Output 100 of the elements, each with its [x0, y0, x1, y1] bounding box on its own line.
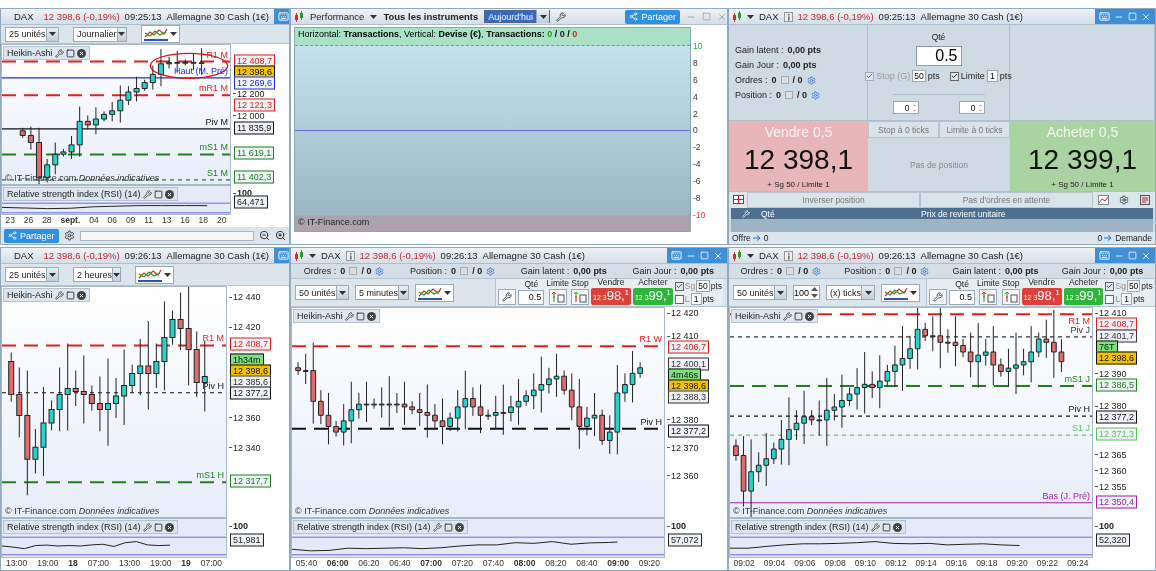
- dropdown[interactable]: 50 unités: [733, 285, 787, 300]
- bracket-button[interactable]: Limite à 0 ticks: [939, 121, 1010, 138]
- symbol-label[interactable]: DAX: [14, 11, 34, 22]
- axis-tick-label: 09:02: [733, 558, 755, 570]
- dropdown[interactable]: 25 unités: [5, 26, 59, 42]
- points-field[interactable]: 50: [696, 280, 710, 292]
- dropdown[interactable]: 2 heures: [73, 267, 121, 282]
- axis-tick-label: 12 440: [233, 292, 261, 303]
- instrument-filter[interactable]: Tous les instruments: [383, 11, 479, 22]
- window-title: Performance: [310, 11, 365, 22]
- axis-tick-label: 23: [5, 215, 15, 227]
- rsi-value-tag: 64,471: [234, 195, 268, 208]
- count-total: / 0: [797, 90, 808, 100]
- price-quote: 12 398,6 (-0,19%): [43, 250, 120, 261]
- axis-tick-label: 09:20: [1006, 558, 1028, 570]
- price-quote: 12 398,6 (-0,19%): [797, 250, 874, 261]
- symbol-label[interactable]: DAX: [14, 250, 34, 261]
- axis-tick-label: 19:00: [37, 558, 59, 570]
- field-label: Ordres :: [735, 75, 768, 85]
- symbol-label[interactable]: DAX: [759, 11, 779, 22]
- unit-label: pts: [927, 71, 940, 81]
- position-status: Pas de position: [909, 159, 969, 170]
- axis-tick-label: 09:06: [794, 558, 816, 570]
- dropdown[interactable]: Journalier: [73, 26, 127, 42]
- axis-tick-label: -4: [693, 159, 702, 170]
- axis-tick-label: -8: [693, 193, 702, 203]
- axis-tick-label: 09:00: [607, 558, 629, 570]
- field-label: Stop: [571, 279, 589, 288]
- points-field[interactable]: 1: [690, 293, 702, 305]
- chart-caption: Horizontal: Transactions, Vertical: Devise (€), Transactions:: [298, 29, 545, 39]
- quantity-field[interactable]: 0.5: [949, 290, 976, 305]
- quantity-field[interactable]: 0.5: [915, 46, 962, 66]
- field-value: 0,00 pts: [1109, 266, 1144, 276]
- quantity-field[interactable]: 0.5: [518, 290, 545, 305]
- number-spinner[interactable]: 100: [793, 285, 821, 300]
- sell-button[interactable]: Vendre 0,5 12 398,1 + Sg 50 / Limite 1: [729, 121, 868, 191]
- action-button[interactable]: Inverser position: [747, 192, 920, 208]
- axis-tick-label: 100: [671, 521, 687, 531]
- bracket-button[interactable]: Stop à 0 ticks: [868, 121, 939, 138]
- buy-button[interactable]: Acheter 0,5 12 399,1 + Sg 50 / Limite 1: [1010, 121, 1155, 191]
- rsi-value-tag: 51,981: [230, 533, 264, 547]
- period-dropdown[interactable]: Aujourd'hui: [484, 10, 551, 23]
- instrument-name: Allemagne 30 Cash (1€): [482, 250, 586, 261]
- axis-tick-label: 12 000: [237, 110, 265, 121]
- count-total: / 0: [792, 75, 803, 85]
- rsi-value-tag: 57,072: [668, 533, 702, 547]
- field-label: Qté: [955, 280, 969, 289]
- field-label: Vendre: [1028, 278, 1056, 287]
- axis-tick-label: 09:20: [638, 558, 660, 570]
- axis-tick-label: 12 420: [233, 322, 261, 333]
- field-label: Limite: [546, 279, 570, 288]
- time-label: 09:26:13: [878, 250, 916, 261]
- action-button[interactable]: Pas d'ordres en attente: [920, 192, 1093, 208]
- points-field[interactable]: 50: [1126, 280, 1141, 292]
- axis-tick-label: 09:10: [854, 558, 877, 570]
- axis-tick-label: 07:00: [200, 558, 223, 570]
- axis-tick-label: 11: [144, 215, 154, 227]
- unit-label: pts: [1141, 281, 1153, 291]
- axis-tick-label: 16: [180, 215, 190, 227]
- axis-tick-label: 12 360: [233, 412, 261, 423]
- number-spinner[interactable]: 0: [892, 101, 919, 114]
- copyright-notice: © IT-Finance.com Données indicatives: [4, 506, 161, 516]
- symbol-label[interactable]: DAX: [759, 250, 779, 261]
- axis-tick-label: 100: [233, 521, 249, 531]
- field-label: Ordres :: [303, 266, 337, 276]
- dropdown[interactable]: (x) ticks: [826, 285, 876, 300]
- indicator-name: Relative strength index (RSI) (14): [7, 189, 141, 199]
- copyright-notice: © IT-Finance.com: [298, 217, 370, 227]
- axis-tick-label: 12 355: [1099, 481, 1127, 492]
- axis-tick-label: 4: [693, 91, 699, 102]
- option-label: Sg: [684, 281, 696, 291]
- level-label: Piv H: [1068, 404, 1090, 415]
- level-label: S1 M: [207, 167, 228, 178]
- indicator-name: Relative strength index (RSI) (14): [7, 522, 141, 532]
- dropdown[interactable]: 5 minutes: [355, 285, 409, 300]
- field-label: Gain Jour :: [735, 60, 780, 70]
- field-label: Position :: [410, 266, 448, 276]
- axis-tick-label: 09:16: [945, 558, 968, 570]
- axis-tick-label: 100: [237, 188, 253, 198]
- number-spinner[interactable]: 0: [958, 101, 985, 114]
- points-field[interactable]: 1: [1121, 293, 1133, 305]
- dropdown[interactable]: 50 unités: [295, 285, 349, 300]
- symbol-label[interactable]: DAX: [321, 250, 341, 261]
- indicator-name: Heikin-Ashi: [7, 290, 53, 300]
- indicator-name: Relative strength index (RSI) (14): [735, 522, 869, 532]
- instrument-name: Allemagne 30 Cash (1€): [166, 250, 270, 261]
- transaction-count: 0: [547, 29, 553, 39]
- bid-label: Offre: [732, 233, 751, 243]
- axis-tick-label: 13:00: [118, 558, 141, 570]
- dropdown[interactable]: 25 unités: [5, 267, 59, 282]
- points-field[interactable]: 1: [986, 70, 998, 82]
- price-tag: 11 835,9: [234, 121, 275, 135]
- field-label: Gain Jour :: [1061, 266, 1106, 276]
- separator: /: [566, 29, 571, 39]
- field-value: 0,00 pts: [1005, 266, 1039, 276]
- ask-label: Demande: [1115, 233, 1152, 243]
- axis-tick-label: 13:00: [5, 558, 28, 570]
- unit-label: pts: [702, 294, 714, 304]
- count-value: 0: [340, 266, 346, 276]
- option-label: Sg: [1115, 281, 1126, 291]
